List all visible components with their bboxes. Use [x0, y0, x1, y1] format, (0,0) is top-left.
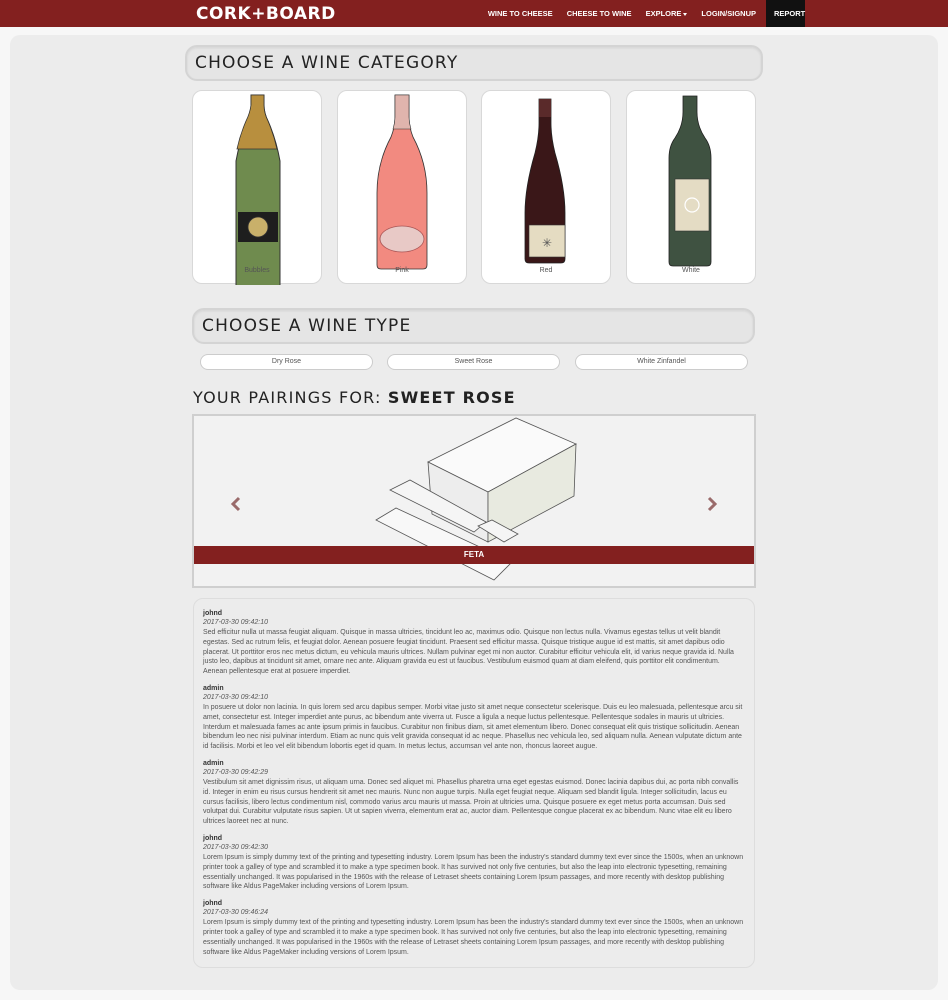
category-label: Pink [395, 267, 409, 274]
type-white-zinfandel-button[interactable]: White Zinfandel [575, 354, 748, 370]
nav-explore-dropdown[interactable]: EXPLORE [639, 0, 695, 27]
comment-user: johnd [203, 610, 223, 617]
comment-text: Sed efficitur nulla ut massa feugiat ali… [203, 629, 734, 676]
nav-menu: WINE TO CHEESE CHEESE TO WINE EXPLORE LO… [481, 0, 805, 27]
comment-item: johnd 2017-03-30 09:42:10 Sed efficitur … [203, 609, 745, 677]
nav-cheese-to-wine[interactable]: CHEESE TO WINE [560, 0, 639, 27]
comment-time: 2017-03-30 09:42:10 [203, 693, 268, 701]
comment-time: 2017-03-30 09:46:24 [203, 909, 268, 917]
nav-explore-label: EXPLORE [645, 9, 682, 18]
wine-type-title: CHOOSE A WINE TYPE [202, 316, 412, 336]
category-card-pink[interactable]: Pink [337, 90, 467, 284]
white-bottle-icon [668, 95, 712, 267]
comment-item: admin 2017-03-30 09:42:10 In posuere ut … [203, 684, 745, 752]
pink-bottle-icon [376, 94, 428, 270]
top-navbar: CORK+BOARD WINE TO CHEESE CHEESE TO WINE… [0, 0, 948, 27]
comment-text: In posuere ut dolor non lacinia. In quis… [203, 703, 743, 751]
category-label: Bubbles [244, 267, 270, 274]
pairings-prefix: YOUR PAIRINGS FOR: [193, 388, 382, 407]
chevron-left-icon[interactable] [230, 496, 242, 512]
nav-login-signup[interactable]: LOGIN/SIGNUP [694, 0, 763, 27]
pairings-selected-wine: SWEET ROSE [387, 388, 516, 407]
comment-user: admin [203, 684, 224, 692]
comment-user: johnd [203, 900, 223, 908]
wine-type-header: CHOOSE A WINE TYPE [192, 308, 755, 344]
category-card-white[interactable]: White [626, 90, 756, 284]
category-card-bubbles[interactable]: Bubbles [192, 90, 322, 285]
comment-time: 2017-03-30 09:42:30 [203, 843, 268, 851]
comment-item: johnd 2017-03-30 09:46:24 Lorem Ipsum is… [203, 899, 745, 957]
brand-logo[interactable]: CORK+BOARD [196, 4, 336, 24]
comment-item: johnd 2017-03-30 09:42:30 Lorem Ipsum is… [203, 834, 745, 892]
svg-text:✳: ✳ [542, 236, 552, 250]
comment-user: admin [203, 759, 224, 767]
comment-time: 2017-03-30 09:42:29 [203, 768, 268, 776]
cheese-carousel[interactable]: FETA [192, 414, 756, 588]
comment-text: Lorem Ipsum is simply dummy text of the … [203, 919, 744, 956]
nav-report[interactable]: REPORT [766, 0, 805, 27]
category-label: White [682, 267, 700, 274]
carousel-caption: FETA [194, 546, 754, 564]
nav-wine-to-cheese[interactable]: WINE TO CHEESE [481, 0, 560, 27]
comment-user: johnd [203, 834, 223, 842]
comment-time: 2017-03-30 09:42:10 [203, 619, 268, 626]
comments-section: johnd 2017-03-30 09:42:10 Sed efficitur … [193, 598, 755, 968]
caret-down-icon [683, 12, 688, 16]
wine-category-title: CHOOSE A WINE CATEGORY [195, 53, 459, 73]
comment-item: admin 2017-03-30 09:42:29 Vestibulum sit… [203, 759, 745, 827]
red-bottle-icon: ✳ [524, 98, 566, 264]
category-label: Red [539, 267, 553, 274]
bubbles-bottle-icon [235, 94, 281, 285]
pairings-title: YOUR PAIRINGS FOR: SWEET ROSE [193, 388, 516, 407]
type-dry-rose-button[interactable]: Dry Rose [200, 354, 373, 370]
type-sweet-rose-button[interactable]: Sweet Rose [387, 354, 560, 370]
category-card-red[interactable]: ✳ Red [481, 90, 611, 284]
comment-text: Vestibulum sit amet dignissim risus, ut … [203, 778, 739, 826]
wine-category-header: CHOOSE A WINE CATEGORY [185, 45, 763, 81]
comment-text: Lorem Ipsum is simply dummy text of the … [203, 853, 744, 891]
chevron-right-icon[interactable] [706, 496, 718, 512]
